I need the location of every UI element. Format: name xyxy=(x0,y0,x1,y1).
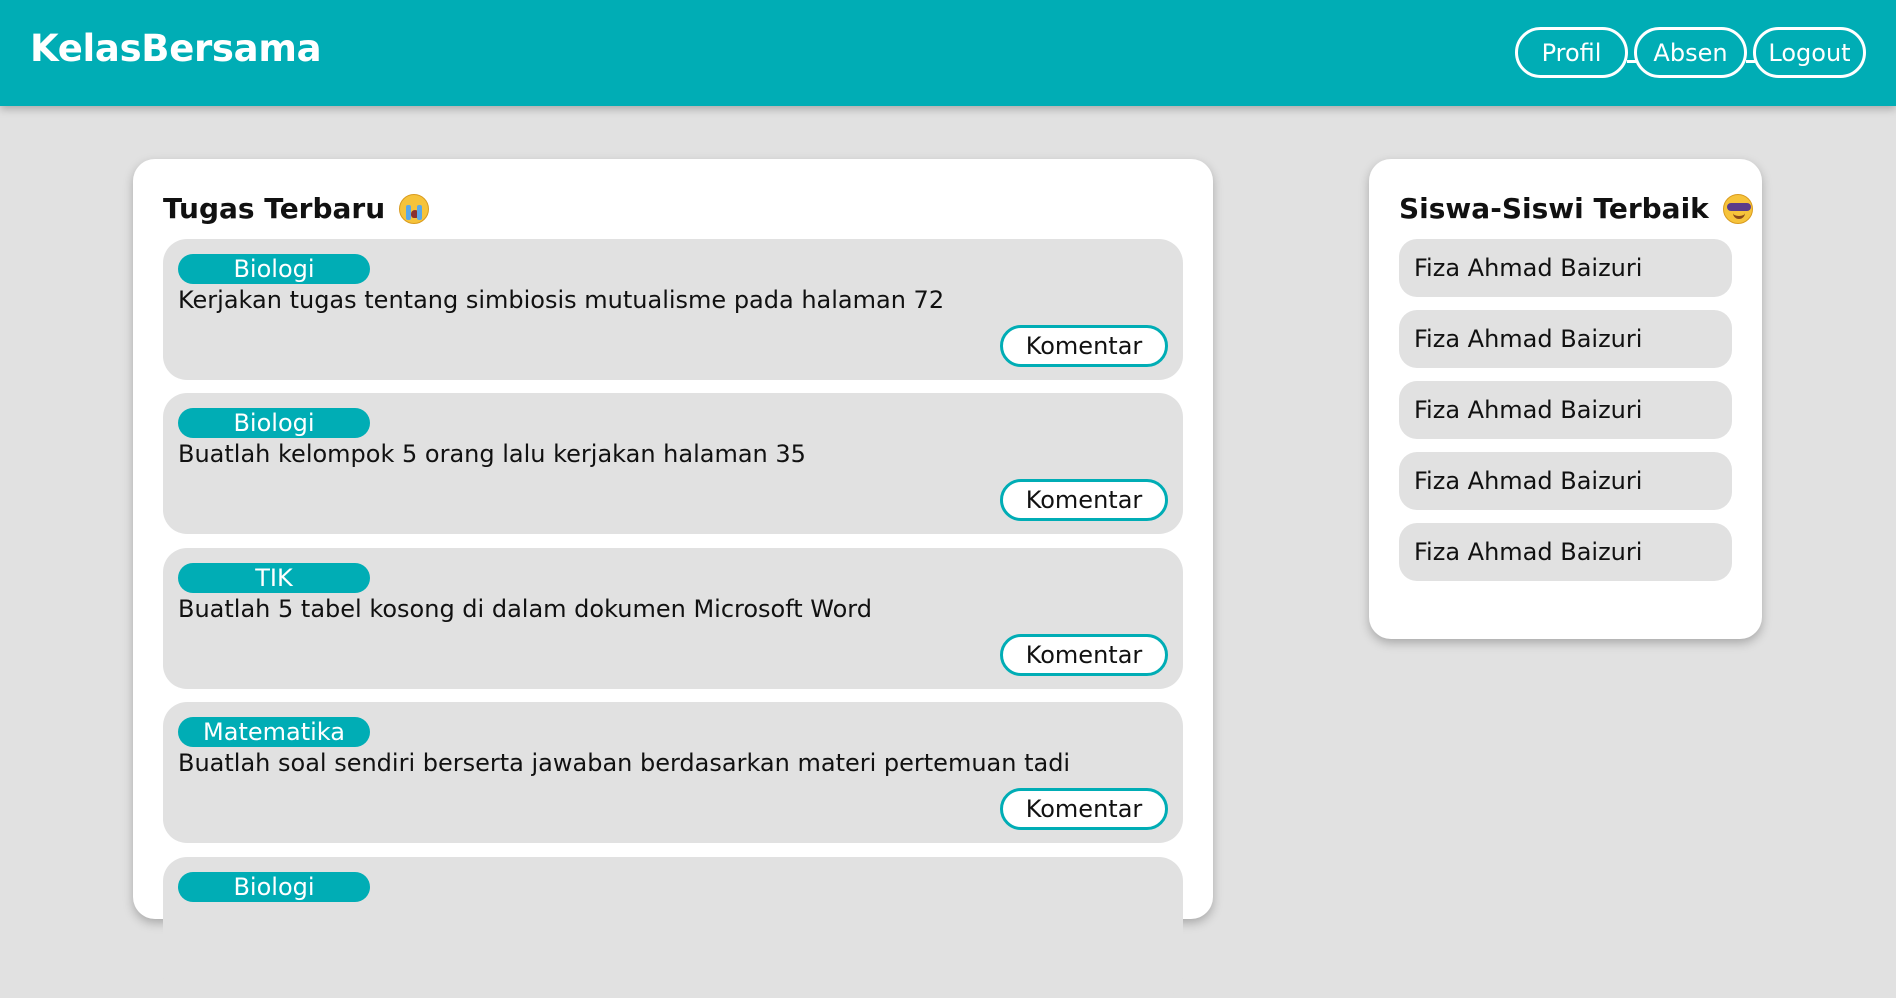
task-item: Biologi Buatlah kelompok 5 orang lalu ke… xyxy=(163,393,1183,534)
profil-button[interactable]: Profil xyxy=(1515,27,1628,78)
brand-logo[interactable]: KelasBersama xyxy=(30,27,322,70)
student-item[interactable]: Fiza Ahmad Baizuri xyxy=(1399,523,1732,581)
komentar-button[interactable]: Komentar xyxy=(1000,325,1168,367)
task-item: Matematika Buatlah soal sendiri berserta… xyxy=(163,702,1183,843)
task-description: Kerjakan tugas tentang simbiosis mutuali… xyxy=(178,286,945,314)
student-item[interactable]: Fiza Ahmad Baizuri xyxy=(1399,310,1732,368)
subject-tag: Biologi xyxy=(178,872,370,902)
crying-face-icon xyxy=(399,193,430,224)
student-item[interactable]: Fiza Ahmad Baizuri xyxy=(1399,239,1732,297)
task-item: Biologi xyxy=(163,857,1183,998)
subject-tag: Matematika xyxy=(178,717,370,747)
students-card-title: Siswa-Siswi Terbaik xyxy=(1399,192,1753,225)
task-description: Buatlah 5 tabel kosong di dalam dokumen … xyxy=(178,595,872,623)
subject-tag: Biologi xyxy=(178,254,370,284)
logout-button[interactable]: Logout xyxy=(1753,27,1866,78)
tasks-card-title: Tugas Terbaru xyxy=(163,192,430,225)
task-item: Biologi Kerjakan tugas tentang simbiosis… xyxy=(163,239,1183,380)
students-card-title-text: Siswa-Siswi Terbaik xyxy=(1399,192,1709,225)
komentar-button[interactable]: Komentar xyxy=(1000,788,1168,830)
tasks-card-title-text: Tugas Terbaru xyxy=(163,192,386,225)
student-item[interactable]: Fiza Ahmad Baizuri xyxy=(1399,381,1732,439)
navbar: KelasBersama Profil Absen Logout xyxy=(0,0,1896,106)
task-description: Buatlah kelompok 5 orang lalu kerjakan h… xyxy=(178,440,806,468)
student-item[interactable]: Fiza Ahmad Baizuri xyxy=(1399,452,1732,510)
absen-button[interactable]: Absen xyxy=(1634,27,1747,78)
sunglasses-face-icon xyxy=(1722,193,1753,224)
komentar-button[interactable]: Komentar xyxy=(1000,634,1168,676)
komentar-button[interactable]: Komentar xyxy=(1000,479,1168,521)
task-description: Buatlah soal sendiri berserta jawaban be… xyxy=(178,749,1071,777)
task-item: TIK Buatlah 5 tabel kosong di dalam doku… xyxy=(163,548,1183,689)
subject-tag: Biologi xyxy=(178,408,370,438)
subject-tag: TIK xyxy=(178,563,370,593)
